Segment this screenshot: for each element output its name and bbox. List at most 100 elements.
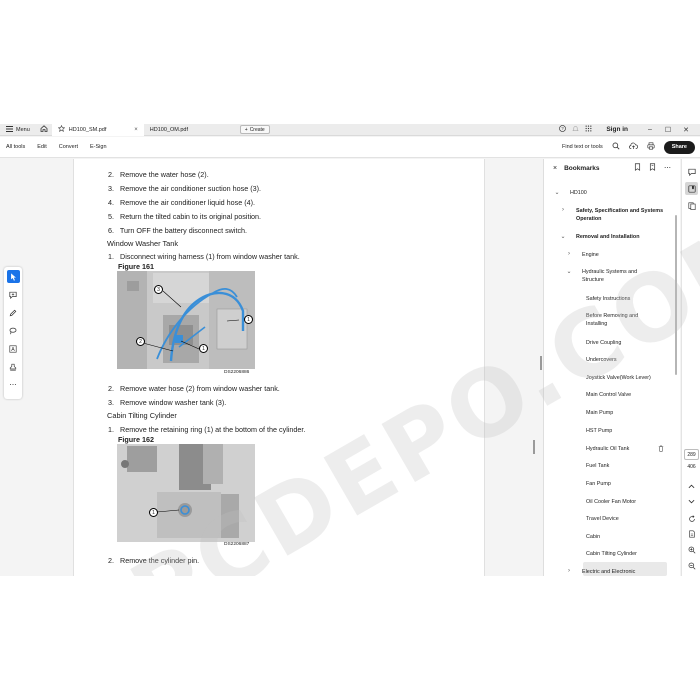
text-box-icon[interactable]: A: [7, 342, 20, 355]
bookmark-leaf[interactable]: Undercovers: [586, 356, 617, 364]
section-heading: Window Washer Tank: [107, 239, 179, 248]
more-options-icon[interactable]: ⋯: [664, 164, 671, 172]
page-number-input[interactable]: 289: [684, 449, 699, 460]
find-text-field[interactable]: Find text or tools: [562, 144, 603, 150]
bookmark-hydraulic-oil-tank[interactable]: Hydraulic Oil Tank: [586, 445, 664, 454]
bookmark-removal-installation[interactable]: ⌄ Removal and Installation: [559, 233, 639, 241]
upload-cloud-icon[interactable]: [628, 142, 638, 152]
bookmark-leaf[interactable]: Main Control Valve: [586, 391, 631, 399]
bookmarks-title: Bookmarks: [564, 164, 600, 172]
figure-caption: Figure 161: [118, 262, 154, 271]
panel-resize-handle[interactable]: [540, 356, 542, 370]
chevron-down-icon[interactable]: ⌄: [559, 233, 567, 240]
toolbar-actions: Find text or tools Share: [562, 140, 700, 154]
all-tools-menu[interactable]: All tools: [0, 144, 31, 150]
bookmarks-scrollbar[interactable]: [675, 215, 677, 375]
figure-161-image: 3 2 1 1: [117, 271, 255, 369]
bookmark-leaf[interactable]: Drive Coupling: [586, 339, 621, 347]
bookmark-leaf[interactable]: Oil Cooler Fan Motor: [586, 498, 636, 506]
trash-icon[interactable]: [658, 445, 664, 454]
stamp-icon[interactable]: [7, 360, 20, 373]
acrobat-window: Menu HD100_SM.pdf × HD100_OM.pdf + Creat…: [0, 124, 700, 576]
bookmark-safety[interactable]: › Safety, Specification and Systems Oper…: [559, 207, 667, 223]
close-window-icon[interactable]: ✕: [680, 126, 692, 134]
bookmark-electric[interactable]: › Electric and Electronic: [565, 568, 635, 576]
bookmarks-header: × Bookmarks ⋯: [544, 159, 681, 177]
section-heading: Cabin Tilting Cylinder: [107, 411, 177, 420]
tab-hd100-sm[interactable]: HD100_SM.pdf ×: [51, 124, 144, 136]
bookmark-engine[interactable]: › Engine: [565, 251, 599, 259]
bookmark-leaf[interactable]: Travel Device: [586, 515, 619, 523]
star-icon[interactable]: [57, 124, 66, 134]
sign-in-link[interactable]: Sign in: [606, 126, 628, 133]
tab-bar: Menu HD100_SM.pdf × HD100_OM.pdf + Creat…: [0, 124, 700, 136]
bookmark-leaf[interactable]: HST Pump: [586, 427, 612, 435]
main-toolbar: All tools Edit Convert E-Sign Find text …: [0, 137, 700, 158]
search-icon[interactable]: [612, 142, 620, 152]
maximize-icon[interactable]: ☐: [662, 126, 674, 134]
share-button[interactable]: Share: [663, 140, 695, 154]
print-icon[interactable]: [647, 142, 655, 152]
step-line: 6. Turn OFF the battery disconnect switc…: [108, 226, 248, 235]
bookmark-leaf[interactable]: Joystick Valve(Work Lever): [586, 374, 651, 382]
help-icon[interactable]: ?: [559, 125, 567, 134]
callout-1: 1: [199, 344, 208, 353]
add-bookmark-icon[interactable]: [634, 163, 641, 173]
step-line: 1. Disconnect wiring harness (1) from wi…: [108, 252, 300, 261]
create-label: Create: [249, 126, 265, 133]
callout-2: 2: [136, 337, 145, 346]
step-line: 2. Remove the cylinder pin.: [108, 556, 200, 565]
edit-menu[interactable]: Edit: [31, 144, 52, 150]
bookmark-leaf[interactable]: Fuel Tank: [586, 462, 609, 470]
home-button[interactable]: [36, 124, 52, 136]
pages-icon[interactable]: [685, 199, 698, 212]
apps-grid-icon[interactable]: [585, 125, 592, 134]
bookmark-leaf[interactable]: Cabin Tilting Cylinder: [586, 550, 637, 558]
more-tools-icon[interactable]: ⋯: [7, 378, 20, 391]
plus-icon: +: [244, 126, 248, 133]
chevron-down-icon[interactable]: ⌄: [565, 268, 573, 275]
chevron-right-icon[interactable]: ›: [565, 568, 573, 574]
add-comment-icon[interactable]: [7, 288, 20, 301]
select-cursor-icon[interactable]: [6, 270, 20, 283]
tab-hd100-om[interactable]: HD100_OM.pdf: [144, 124, 236, 136]
page-total: 406: [687, 464, 696, 470]
zoom-out-icon[interactable]: [685, 559, 698, 572]
figure-caption: Figure 162: [118, 435, 154, 444]
pen-icon[interactable]: [7, 306, 20, 319]
minimize-icon[interactable]: –: [644, 126, 656, 133]
document-icon[interactable]: [685, 527, 698, 540]
bookmark-leaf[interactable]: Before Removing and Installing: [586, 312, 656, 328]
menu-button[interactable]: Menu: [0, 124, 36, 136]
zoom-in-icon[interactable]: [685, 543, 698, 556]
chevron-down-icon[interactable]: [685, 495, 698, 508]
lasso-icon[interactable]: [7, 324, 20, 337]
chevron-down-icon[interactable]: ⌄: [553, 189, 561, 196]
chevron-up-icon[interactable]: [685, 480, 698, 493]
tab-label: HD100_OM.pdf: [149, 126, 188, 133]
bookmark-leaf[interactable]: Safety Instructions: [586, 295, 630, 303]
create-button[interactable]: + Create: [239, 125, 270, 134]
bookmark-hd100[interactable]: ⌄ HD100: [553, 189, 586, 197]
chevron-right-icon[interactable]: ›: [565, 251, 573, 257]
bookmark-leaf[interactable]: Cabin: [586, 533, 600, 541]
comment-icon[interactable]: [685, 165, 698, 178]
callout-3: 3: [154, 285, 163, 294]
bookmark-hydraulic-systems[interactable]: ⌄ Hydraulic Systems and Structure: [565, 268, 660, 284]
chevron-right-icon[interactable]: ›: [559, 207, 567, 213]
close-panel-icon[interactable]: ×: [553, 165, 557, 172]
bookmarks-panel-icon[interactable]: [685, 182, 698, 195]
notification-bell-icon[interactable]: [572, 125, 580, 134]
convert-menu[interactable]: Convert: [53, 144, 84, 150]
step-line: 1. Remove the retaining ring (1) at the …: [108, 425, 306, 434]
close-tab-icon[interactable]: ×: [134, 127, 138, 133]
step-line: 2. Remove water hose (2) from window was…: [108, 384, 280, 393]
right-tool-rail: 289 406: [681, 159, 700, 576]
bookmark-options-icon[interactable]: [649, 163, 656, 173]
esign-menu[interactable]: E-Sign: [84, 144, 113, 150]
bookmark-leaf[interactable]: Fan Pump: [586, 480, 611, 488]
document-scrollbar[interactable]: [533, 440, 535, 454]
bookmark-leaf[interactable]: Main Pump: [586, 409, 613, 417]
left-tool-rail: A ⋯: [4, 267, 22, 399]
rotate-icon[interactable]: [685, 512, 698, 525]
